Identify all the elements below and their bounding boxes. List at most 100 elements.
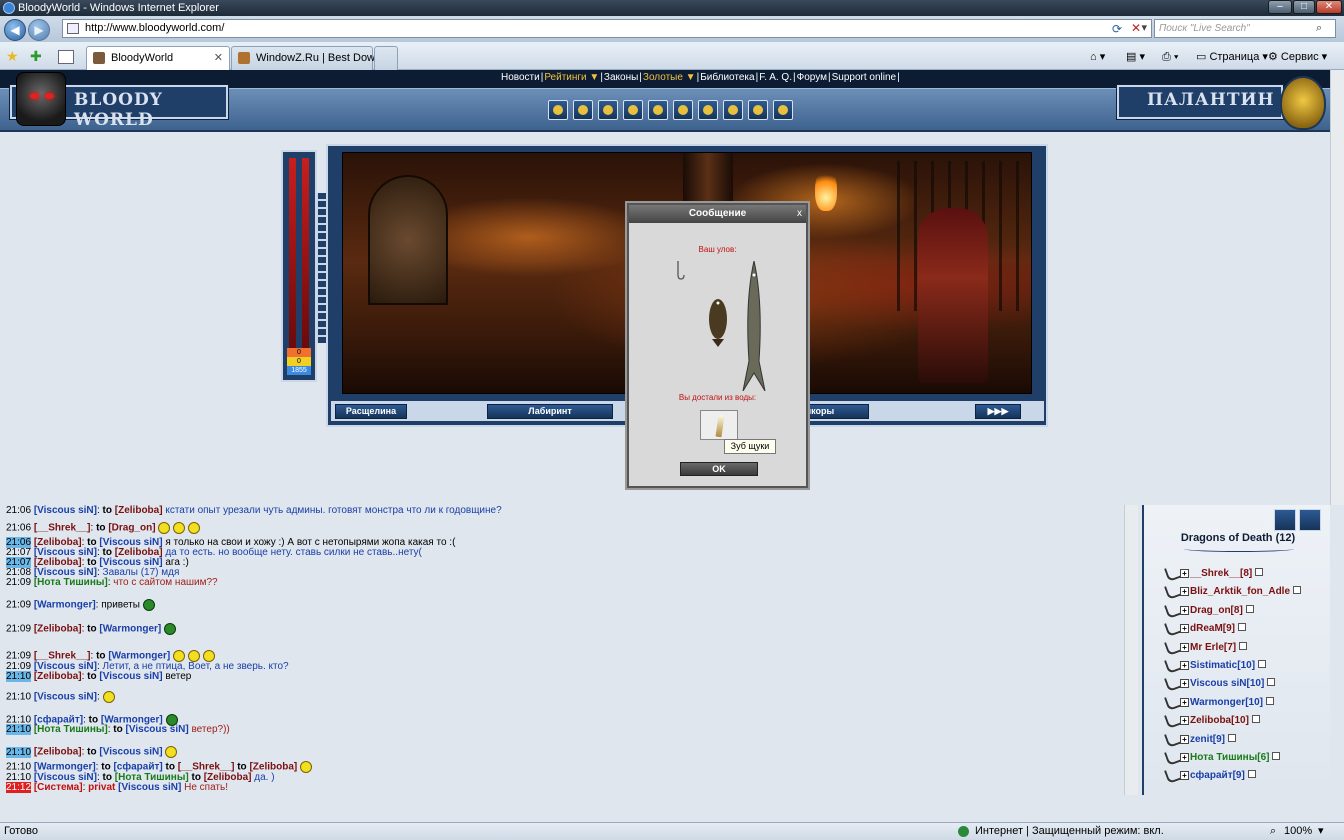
palantin-logo[interactable]: ПАЛАНТИН bbox=[1116, 84, 1284, 120]
search-icon[interactable]: ⌕ bbox=[1316, 22, 1322, 35]
address-bar[interactable]: http://www.bloodyworld.com/ ▾ bbox=[62, 19, 1152, 38]
nav-faq[interactable]: F. A. Q. bbox=[758, 72, 793, 83]
home-icon[interactable]: ⌂ ▾ bbox=[1090, 50, 1105, 64]
feeds-icon[interactable]: ▤ ▾ bbox=[1126, 50, 1145, 64]
maximize-button[interactable]: □ bbox=[1293, 0, 1315, 14]
expand-icon[interactable]: + bbox=[1180, 569, 1189, 578]
expand-icon[interactable]: + bbox=[1180, 661, 1189, 670]
battle-icon[interactable] bbox=[673, 100, 693, 120]
member-name[interactable]: __Shrek__[8] bbox=[1190, 568, 1252, 579]
expand-icon[interactable]: + bbox=[1180, 679, 1189, 689]
new-tab-button[interactable] bbox=[374, 46, 398, 70]
chat-time[interactable]: 21:12 bbox=[6, 782, 32, 793]
nav-gold[interactable]: Золотые ▼ bbox=[642, 72, 697, 83]
favorites-star-icon[interactable]: ★ bbox=[6, 48, 19, 65]
dungeon-door[interactable] bbox=[368, 175, 448, 305]
member-name[interactable]: Нота Тишины[6] bbox=[1190, 752, 1269, 763]
expand-icon[interactable]: + bbox=[1180, 716, 1189, 726]
clan-info-button[interactable] bbox=[1274, 509, 1296, 531]
chat-time[interactable]: 21:09 bbox=[6, 651, 31, 662]
zoom-dropdown-icon[interactable]: ▾ bbox=[1318, 823, 1324, 840]
chat-recipient[interactable]: [Zeliboba] bbox=[115, 505, 163, 516]
chat-recipient[interactable]: [Viscous siN] bbox=[99, 671, 162, 682]
nav-support[interactable]: Support online bbox=[831, 72, 898, 83]
chat-recipient[interactable]: [Warmonger] bbox=[99, 624, 161, 635]
expand-icon[interactable]: + bbox=[1180, 734, 1189, 744]
chat-author[interactable]: [Warmonger] bbox=[34, 762, 96, 773]
clan-member[interactable]: + Sistimatic[10] bbox=[1164, 656, 1267, 676]
chat-author[interactable]: [Нота Тишины] bbox=[34, 724, 108, 735]
search-input[interactable]: Поиск "Live Search" bbox=[1154, 19, 1336, 38]
expand-icon[interactable]: + bbox=[1180, 605, 1189, 615]
member-info-icon[interactable] bbox=[1228, 733, 1236, 742]
tools-menu[interactable]: ⚙ Сервис ▾ bbox=[1268, 50, 1327, 64]
chat-time[interactable]: 21:06 bbox=[6, 523, 31, 534]
character-icon[interactable] bbox=[548, 100, 568, 120]
member-name[interactable]: Viscous siN[10] bbox=[1190, 678, 1264, 689]
chat-time[interactable]: 21:10 bbox=[6, 692, 31, 703]
inventory-icon[interactable] bbox=[573, 100, 593, 120]
item-slot[interactable] bbox=[700, 410, 738, 440]
member-info-icon[interactable] bbox=[1238, 623, 1247, 632]
chat-scrollbar[interactable] bbox=[1124, 505, 1138, 795]
refresh-icon[interactable]: ⟳ bbox=[1112, 22, 1122, 36]
member-name[interactable]: сфарайт[9] bbox=[1190, 770, 1245, 781]
location-prev-button[interactable]: Расщелина bbox=[335, 404, 407, 419]
chat-author[interactable]: [Viscous siN] bbox=[34, 505, 97, 516]
clan-flag-button[interactable] bbox=[1299, 509, 1321, 531]
clan-member[interactable]: + Viscous siN[10] bbox=[1164, 674, 1276, 694]
member-name[interactable]: Bliz_Arktik_fon_Adle bbox=[1190, 586, 1290, 597]
member-name[interactable]: Zeliboba[10] bbox=[1190, 715, 1249, 726]
quick-tabs-icon[interactable] bbox=[58, 50, 74, 64]
chat-time[interactable]: 21:10 bbox=[6, 671, 32, 682]
member-info-icon[interactable] bbox=[1293, 586, 1302, 595]
chat-recipient[interactable]: [__Shrek__] bbox=[178, 762, 235, 773]
chat-recipient[interactable]: [Zeliboba] bbox=[249, 762, 297, 773]
add-favorites-icon[interactable]: ✚ bbox=[30, 48, 42, 65]
chat-author[interactable]: [__Shrek__] bbox=[34, 523, 91, 534]
chat-author[interactable]: [Viscous siN] bbox=[34, 692, 97, 703]
friends-icon[interactable] bbox=[723, 100, 743, 120]
member-info-icon[interactable] bbox=[1247, 770, 1256, 779]
clan-member[interactable]: + Bliz_Arktik_fon_Adle bbox=[1164, 582, 1302, 602]
clan-member[interactable]: + __Shrek__[8] bbox=[1164, 564, 1264, 584]
member-name[interactable]: Drag_on[8] bbox=[1190, 605, 1243, 616]
mail-icon[interactable] bbox=[648, 100, 668, 120]
knight-npc[interactable] bbox=[918, 208, 988, 383]
member-name[interactable]: Warmonger[10] bbox=[1190, 697, 1263, 708]
chat-author[interactable]: [Система] bbox=[34, 782, 83, 793]
member-info-icon[interactable] bbox=[1255, 568, 1264, 576]
chat-time[interactable]: 21:10 bbox=[6, 762, 31, 773]
page-menu[interactable]: ▭ Страница ▾ bbox=[1196, 50, 1268, 64]
expand-icon[interactable]: + bbox=[1180, 624, 1189, 634]
nav-laws[interactable]: Законы bbox=[603, 72, 639, 83]
expand-icon[interactable]: + bbox=[1180, 771, 1189, 781]
clan-member[interactable]: + Warmonger[10] bbox=[1164, 692, 1274, 713]
clan-member[interactable]: + сфарайт[9] bbox=[1164, 766, 1256, 786]
member-name[interactable]: Sistimatic[10] bbox=[1190, 660, 1255, 671]
forward-button[interactable]: ▶ bbox=[28, 19, 50, 41]
settings-icon[interactable] bbox=[748, 100, 768, 120]
member-name[interactable]: Mr Erle[7] bbox=[1190, 642, 1236, 653]
chat-author[interactable]: [Zeliboba] bbox=[34, 671, 82, 682]
chat-author[interactable]: [Zeliboba] bbox=[34, 747, 82, 758]
clan-member[interactable]: + Drag_on[8] bbox=[1164, 600, 1254, 621]
quest-icon[interactable] bbox=[623, 100, 643, 120]
member-info-icon[interactable] bbox=[1245, 604, 1254, 613]
member-info-icon[interactable] bbox=[1267, 678, 1276, 687]
chat-recipient[interactable]: [Viscous siN] bbox=[126, 724, 189, 735]
expand-icon[interactable]: + bbox=[1180, 697, 1189, 707]
chat-author[interactable]: [__Shrek__] bbox=[34, 651, 91, 662]
back-button[interactable]: ◀ bbox=[4, 19, 26, 41]
expand-icon[interactable]: + bbox=[1180, 753, 1189, 762]
nav-library[interactable]: Библиотека bbox=[699, 72, 755, 83]
chat-time[interactable]: 21:06 bbox=[6, 505, 31, 516]
location-current-button[interactable]: Лабиринт bbox=[487, 404, 613, 419]
chat-time[interactable]: 21:09 bbox=[6, 577, 31, 588]
member-info-icon[interactable] bbox=[1258, 660, 1267, 668]
location-forward-button[interactable]: ▶▶▶ bbox=[975, 404, 1021, 419]
nav-ratings[interactable]: Рейтинги ▼ bbox=[543, 72, 600, 83]
clan-member[interactable]: + Zeliboba[10] bbox=[1164, 711, 1260, 731]
chat-author[interactable]: [Warmonger] bbox=[34, 600, 96, 611]
chat-time[interactable]: 21:10 bbox=[6, 746, 32, 758]
